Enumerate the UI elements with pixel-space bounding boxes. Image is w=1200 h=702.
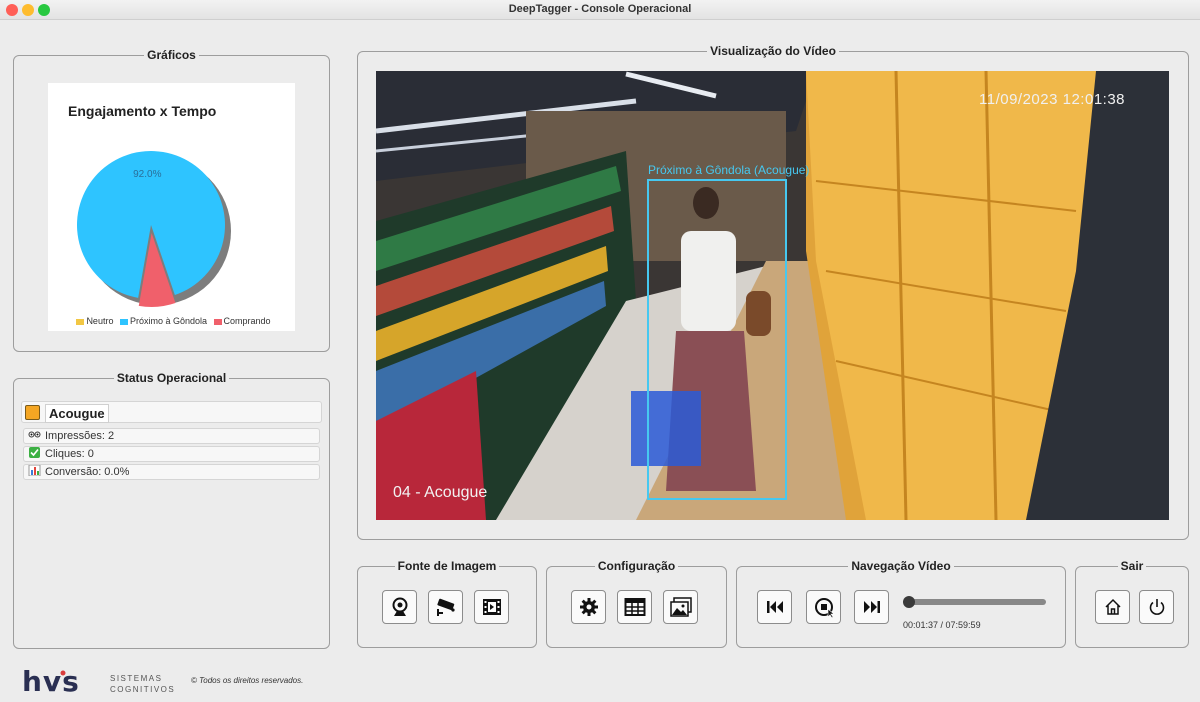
pie-label-1: 92.0% <box>133 169 161 180</box>
legend-comprando: Comprando <box>223 316 271 326</box>
power-icon <box>1149 599 1164 615</box>
video-progress-slider[interactable] <box>903 596 1046 608</box>
skip-back-icon <box>766 601 783 613</box>
detection-label: Próximo à Gôndola (Acougue) <box>648 163 810 177</box>
nav-group-title: Navegação Vídeo <box>848 559 954 573</box>
home-button[interactable] <box>1095 590 1130 624</box>
impressions-row: Impressões: 2 <box>23 428 320 444</box>
logo-subtitle: SISTEMAS COGNITIVOS <box>110 674 176 694</box>
zone-color-swatch <box>25 405 40 420</box>
fast-forward-button[interactable] <box>854 590 889 624</box>
chart-legend: Neutro Próximo à Gôndola Comprando <box>48 316 295 326</box>
legend-neutro: Neutro <box>86 316 114 326</box>
settings-button[interactable] <box>571 590 606 624</box>
rewind-button[interactable] <box>757 590 792 624</box>
pie-chart: 92.0% <box>77 151 231 307</box>
zone-name: Acougue <box>45 404 109 423</box>
skip-forward-icon <box>863 601 880 613</box>
bar-chart-icon <box>28 465 41 476</box>
video-frame: 11/09/2023 12:01:38 Próximo à Gôndola (A… <box>376 71 1169 520</box>
table-icon <box>624 598 645 616</box>
engagement-chart: Engajamento x Tempo 92.0% Neutro Próximo… <box>48 83 295 331</box>
graphs-group-title: Gráficos <box>144 48 199 62</box>
webcam-source-button[interactable] <box>382 590 417 624</box>
eyes-icon <box>28 431 41 438</box>
status-group-title: Status Operacional <box>113 371 230 385</box>
gear-icon <box>579 598 598 616</box>
video-timestamp: 11/09/2023 12:01:38 <box>979 91 1126 108</box>
power-button[interactable] <box>1139 590 1174 624</box>
exit-group-title: Sair <box>1117 559 1147 573</box>
table-button[interactable] <box>617 590 652 624</box>
company-logo: hvs <box>22 665 102 702</box>
webcam-icon <box>392 597 407 616</box>
stop-button[interactable] <box>806 590 841 624</box>
clicks-text: Cliques: 0 <box>45 448 94 460</box>
film-icon <box>482 599 501 615</box>
window-titlebar: DeepTagger - Console Operacional <box>0 0 1200 20</box>
stop-icon <box>814 598 835 618</box>
gallery-button[interactable] <box>663 590 698 624</box>
cctv-source-button[interactable] <box>428 590 463 624</box>
impressions-text: Impressões: 2 <box>45 430 115 442</box>
source-group-title: Fonte de Imagem <box>394 559 500 573</box>
legend-swatch-neutro <box>76 318 85 325</box>
clicks-row: Cliques: 0 <box>23 446 320 462</box>
config-group-title: Configuração <box>594 559 679 573</box>
hvs-logo: hvs <box>22 665 80 698</box>
legend-swatch-proximo <box>119 318 128 325</box>
window-title: DeepTagger - Console Operacional <box>508 3 692 15</box>
camera-label: 04 - Acougue <box>393 484 488 501</box>
status-zone: Acougue <box>21 401 322 423</box>
home-icon <box>1104 598 1121 615</box>
conversion-text: Conversão: 0.0% <box>45 466 130 478</box>
images-icon <box>669 597 692 617</box>
svg-text:hvs: hvs <box>22 667 80 697</box>
legend-swatch-comprando <box>213 318 222 325</box>
video-group-title: Visualização do Vídeo <box>707 44 839 58</box>
video-file-source-button[interactable] <box>474 590 509 624</box>
playback-time: 00:01:37 / 07:59:59 <box>903 620 981 630</box>
check-icon <box>29 447 40 458</box>
conversion-row: Conversão: 0.0% <box>23 464 320 480</box>
cctv-icon <box>436 598 455 616</box>
detection-box <box>647 179 787 500</box>
legend-proximo: Próximo à Gôndola <box>129 316 208 326</box>
copyright-text: © Todos os direitos reservados. <box>191 676 304 685</box>
